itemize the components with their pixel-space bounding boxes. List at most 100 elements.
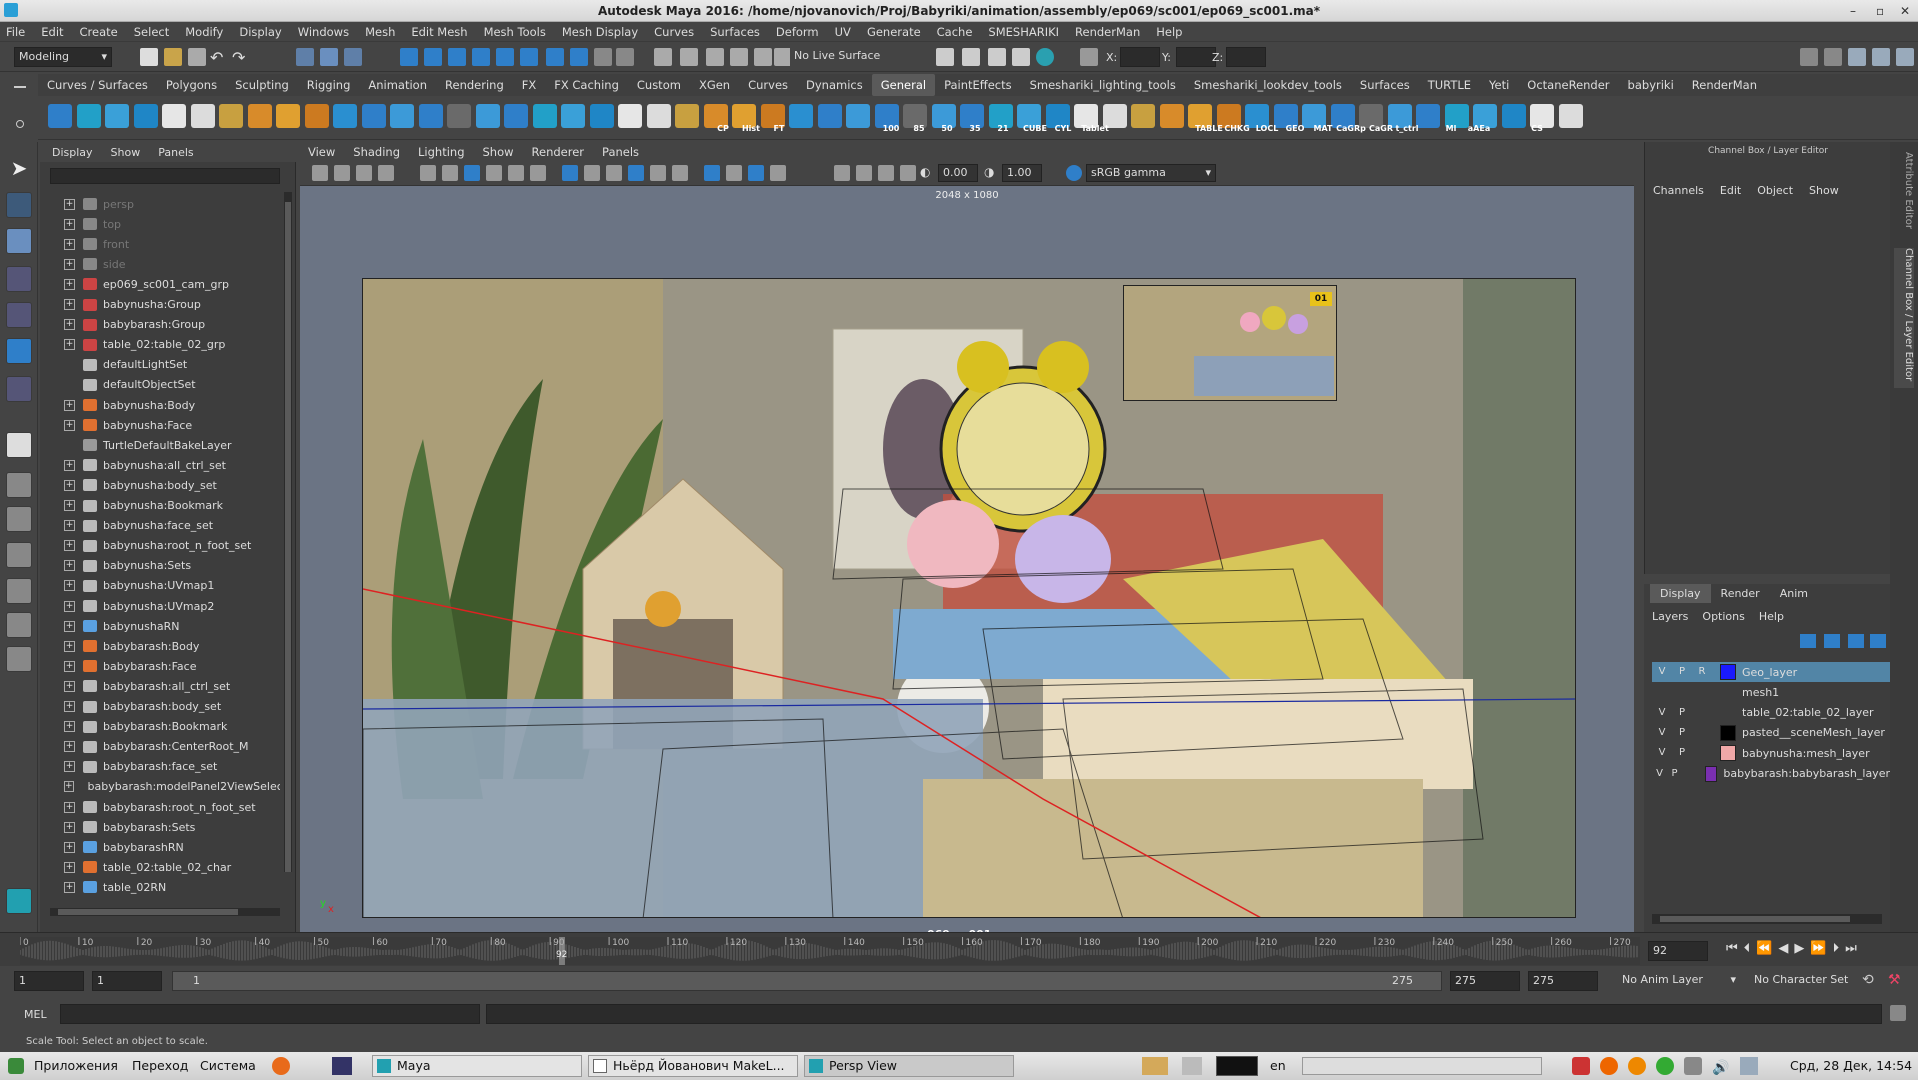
shelf-tool-icon[interactable] [105,104,129,128]
visibility-toggle[interactable]: V [1652,664,1672,680]
redo-icon[interactable]: ↷ [232,48,250,67]
viewport-menu-show[interactable]: Show [483,145,514,159]
workspace-switcher[interactable] [1302,1057,1542,1075]
snap-curve-icon[interactable] [424,48,442,66]
shelf-tab-curves-surfaces[interactable]: Curves / Surfaces [38,74,157,96]
outliner-item[interactable]: + babybarash:Bookmark [40,717,280,737]
layer-color-swatch[interactable] [1720,745,1736,762]
menu-display[interactable]: Display [239,25,281,39]
expand-icon[interactable]: + [64,660,75,672]
step-back-key-icon[interactable]: ⏪ [1756,941,1778,956]
outliner-item[interactable]: + top [40,214,280,234]
layer-color-swatch[interactable] [1720,684,1736,700]
expand-icon[interactable]: + [64,801,75,813]
expand-icon[interactable]: + [64,881,75,893]
menu-smeshariki[interactable]: SMESHARIKI [988,25,1059,39]
select-object-icon[interactable] [320,48,338,66]
taskbar-window-maya[interactable]: Maya [372,1055,582,1077]
two-pane-layout-icon[interactable] [6,506,32,532]
xray-icon[interactable] [726,165,742,181]
layer-menu-help[interactable]: Help [1759,610,1784,623]
render-settings-icon[interactable] [1012,48,1030,66]
rotate-snap-icon[interactable] [730,48,748,66]
menu-mesh[interactable]: Mesh [365,25,395,39]
outliner-item[interactable]: + side [40,254,280,274]
viewport-menu-panels[interactable]: Panels [602,145,639,159]
tray-files-icon[interactable] [1142,1057,1168,1075]
expand-icon[interactable]: + [64,339,75,351]
shelf-tool-icon[interactable] [1131,104,1155,128]
menu-mesh-display[interactable]: Mesh Display [562,25,638,39]
four-pane-layout-icon[interactable] [6,472,32,498]
construction-history-icon[interactable] [616,48,634,66]
outliner-item[interactable]: + babybarash:root_n_foot_set [40,797,280,817]
snap-plane-icon[interactable] [472,48,490,66]
reference-toggle[interactable] [1692,725,1712,741]
menu-help[interactable]: Help [1156,25,1182,39]
snap-point-icon[interactable] [448,48,466,66]
layer-tab-anim[interactable]: Anim [1770,584,1818,603]
anim-layer-selector[interactable]: No Anim Layer ▾ [1618,971,1740,991]
menu-cache[interactable]: Cache [937,25,973,39]
outliner-item[interactable]: + babynusha:face_set [40,516,280,536]
attribute-editor-icon[interactable] [1848,48,1866,66]
system-menu[interactable]: Система [200,1055,256,1077]
shelf-tool-icon[interactable] [190,104,215,128]
expand-icon[interactable]: + [64,701,75,712]
rotate-tool-icon[interactable] [6,302,32,328]
reference-toggle[interactable] [1692,745,1712,761]
expand-icon[interactable]: + [64,600,75,612]
outliner-item[interactable]: + babynusha:root_n_foot_set [40,536,280,556]
menu-select[interactable]: Select [134,25,169,39]
safe-action-icon[interactable] [530,165,546,181]
shelf-tab-smeshariki-lookdev-tools[interactable]: Smeshariki_lookdev_tools [1185,74,1351,96]
xray-components-icon[interactable] [770,165,786,181]
animation-prefs-icon[interactable]: ⚒ [1888,972,1906,990]
outliner-item[interactable]: + table_02RN [40,877,280,897]
shelf-tool-icon[interactable] [361,104,386,128]
textured-icon[interactable] [628,165,644,181]
render-icon[interactable] [962,48,980,66]
outliner-item[interactable]: + table_02:table_02_char [40,857,280,877]
shelf-tool-icon[interactable] [618,104,642,128]
outliner-layout-icon[interactable] [6,542,32,568]
play-forward-icon[interactable]: ▶ [1794,941,1810,956]
lights-icon[interactable] [650,165,666,181]
expand-icon[interactable]: + [64,680,75,692]
start-time-field[interactable]: 1 [14,971,84,991]
expand-icon[interactable]: + [64,459,75,471]
expand-icon[interactable]: + [64,741,75,753]
shelf-tab-dynamics[interactable]: Dynamics [797,74,872,96]
expand-icon[interactable]: + [64,841,75,853]
outliner-item[interactable]: + babybarashRN [40,837,280,857]
expand-icon[interactable]: + [64,620,75,632]
outliner-menu-panels[interactable]: Panels [158,146,193,159]
outliner-item[interactable]: + babybarash:Group [40,315,280,335]
channel-menu-channels[interactable]: Channels [1653,184,1704,197]
shelf-tool-icon[interactable] [817,104,842,128]
step-forward-key-icon[interactable]: ⏩ [1810,941,1832,956]
outliner-item[interactable]: + babynusha:UVmap1 [40,576,280,596]
layer-row[interactable]: mesh1 [1652,682,1890,702]
places-menu[interactable]: Переход [132,1055,188,1077]
expand-icon[interactable]: + [64,319,75,331]
shelf-tool-icon[interactable] [675,104,699,128]
scene-view[interactable]: 2048 x 1080 01 y x [300,186,1634,941]
firefox-icon[interactable] [272,1057,290,1075]
y-field[interactable] [1176,47,1216,67]
playback-toggle[interactable] [1672,684,1692,700]
resolution-gate-icon[interactable] [464,165,480,181]
time-slider[interactable]: 0 10 20 30 40 50 60 70 80 90 100 110 120 130 140 150 160… [0,932,1918,966]
shelf-tool-icon[interactable] [76,104,101,128]
shelf-tool-icon[interactable] [247,104,272,128]
symmetry-icon[interactable] [570,48,588,66]
menu-edit[interactable]: Edit [41,25,63,39]
shelf-tab-renderman[interactable]: RenderMan [1683,74,1766,96]
shelf-tool-icon[interactable] [1558,104,1583,128]
visibility-toggle[interactable]: V [1652,745,1672,761]
shelf-tab-polygons[interactable]: Polygons [157,74,226,96]
outliner-item[interactable]: + babybarash:modelPanel2ViewSelec [40,777,280,797]
script-editor-icon[interactable] [1890,1005,1906,1021]
volume-icon[interactable]: 🔊 [1712,1057,1730,1076]
outliner-item[interactable]: + front [40,234,280,254]
